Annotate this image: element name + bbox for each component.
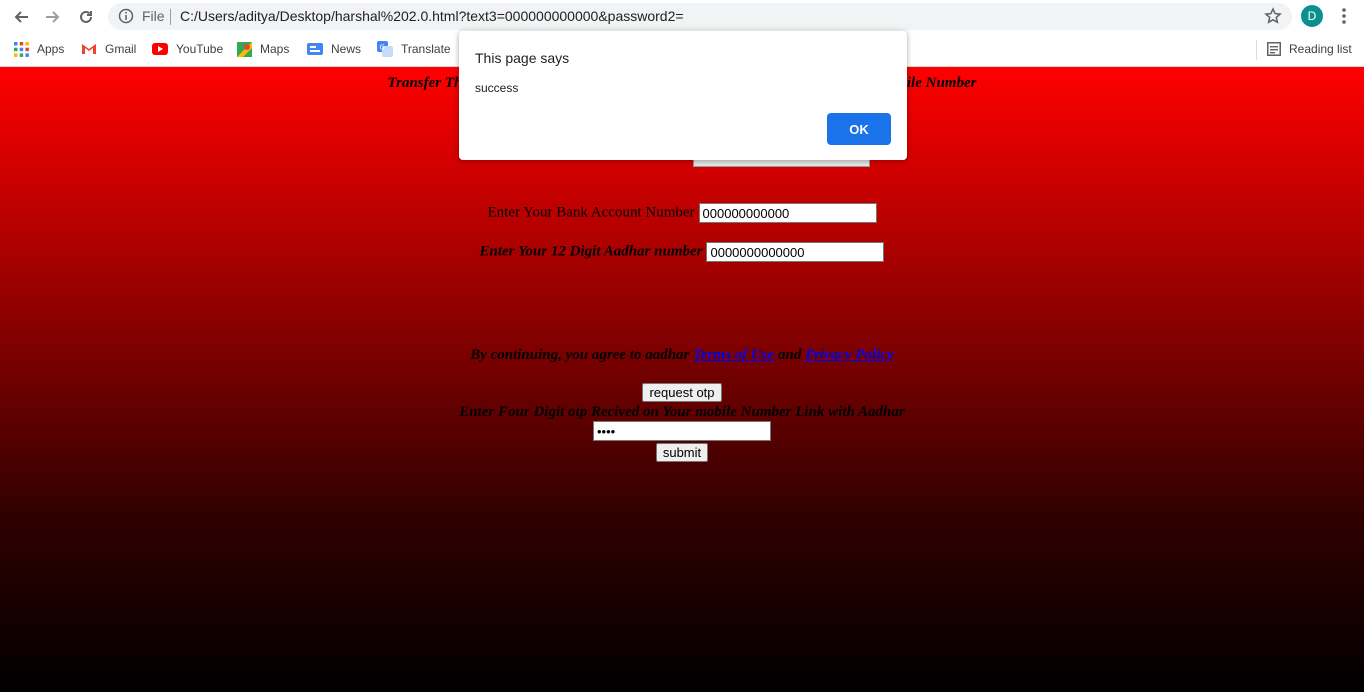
otp-input-row <box>0 421 1364 441</box>
bank-account-row: Enter Your Bank Account Number <box>0 203 1364 223</box>
back-button[interactable] <box>8 4 34 30</box>
terms-and: and <box>774 347 806 363</box>
bookmark-label: Apps <box>37 42 65 56</box>
reload-icon <box>80 10 92 23</box>
terms-prefix: By continuing, you agree to aadhar <box>470 347 694 363</box>
terms-text: By continuing, you agree to aadhar Terms… <box>0 347 1364 364</box>
file-scheme-label: File <box>142 8 165 24</box>
submit-row: submit <box>0 443 1364 462</box>
bookmark-label: Maps <box>260 42 290 56</box>
bookmark-apps[interactable]: Apps <box>14 40 64 58</box>
url-text[interactable]: C:/Users/aditya/Desktop/harshal%202.0.ht… <box>180 8 684 24</box>
reload-button[interactable] <box>73 4 99 30</box>
privacy-policy-link[interactable]: Privacy Policy <box>805 347 894 363</box>
bank-account-input[interactable] <box>698 203 877 223</box>
address-bar[interactable]: File C:/Users/aditya/Desktop/harshal%202… <box>108 3 1292 30</box>
bookmarks-divider <box>1256 40 1257 60</box>
translate-icon: G <box>377 41 393 57</box>
reading-list-icon <box>1267 42 1281 56</box>
forward-button[interactable] <box>40 4 66 30</box>
request-otp-row: request otp <box>0 383 1364 402</box>
more-menu-icon[interactable] <box>1336 6 1352 31</box>
page-content: Transfer Th bile Number Enter Your Bank A… <box>0 67 1364 692</box>
otp-label-row: Enter Four Digit otp Recived on Your mob… <box>0 403 1364 421</box>
bookmark-translate[interactable]: G Translate <box>377 40 451 58</box>
bookmark-label: Translate <box>401 42 451 56</box>
youtube-icon <box>152 43 168 55</box>
profile-avatar[interactable]: D <box>1301 5 1323 27</box>
terms-of-use-link[interactable]: Terms of Use <box>693 347 774 363</box>
apps-grid-icon <box>14 41 29 57</box>
bookmark-news[interactable]: News <box>307 40 361 58</box>
bookmark-label: YouTube <box>176 42 224 56</box>
bookmark-label: Gmail <box>105 42 137 56</box>
aadhar-row: Enter Your 12 Digit Aadhar number <box>0 242 1364 262</box>
otp-label: Enter Four Digit otp Recived on Your mob… <box>459 404 905 420</box>
aadhar-label: Enter Your 12 Digit Aadhar number <box>479 243 703 260</box>
dialog-message: success <box>475 81 519 95</box>
info-icon[interactable] <box>118 8 134 29</box>
bookmark-maps[interactable]: Maps <box>237 40 289 58</box>
maps-icon <box>237 41 252 57</box>
request-otp-button[interactable]: request otp <box>642 383 722 402</box>
bookmark-youtube[interactable]: YouTube <box>152 40 223 58</box>
heading-left-text: Transfer Th <box>387 75 463 91</box>
dialog-title: This page says <box>475 50 570 66</box>
bookmark-gmail[interactable]: Gmail <box>81 40 136 58</box>
back-arrow-icon <box>14 11 28 23</box>
dialog-ok-button[interactable]: OK <box>827 113 891 145</box>
aadhar-input[interactable] <box>706 242 885 262</box>
gmail-icon <box>82 44 96 54</box>
submit-button[interactable]: submit <box>655 443 709 462</box>
svg-text:G: G <box>380 44 385 52</box>
news-icon <box>307 43 323 55</box>
heading-right-text: bile Number <box>899 75 977 91</box>
reading-list-button[interactable]: Reading list <box>1267 40 1352 58</box>
forward-arrow-icon <box>46 11 60 23</box>
bookmark-star-icon[interactable] <box>1264 7 1282 30</box>
bookmark-label: News <box>331 42 362 56</box>
reading-list-label: Reading list <box>1289 42 1352 56</box>
address-divider <box>170 9 171 25</box>
bank-account-label: Enter Your Bank Account Number <box>487 204 695 221</box>
otp-input[interactable] <box>593 421 771 441</box>
alert-dialog: This page says success OK <box>459 31 907 160</box>
browser-toolbar: File C:/Users/aditya/Desktop/harshal%202… <box>0 0 1364 33</box>
